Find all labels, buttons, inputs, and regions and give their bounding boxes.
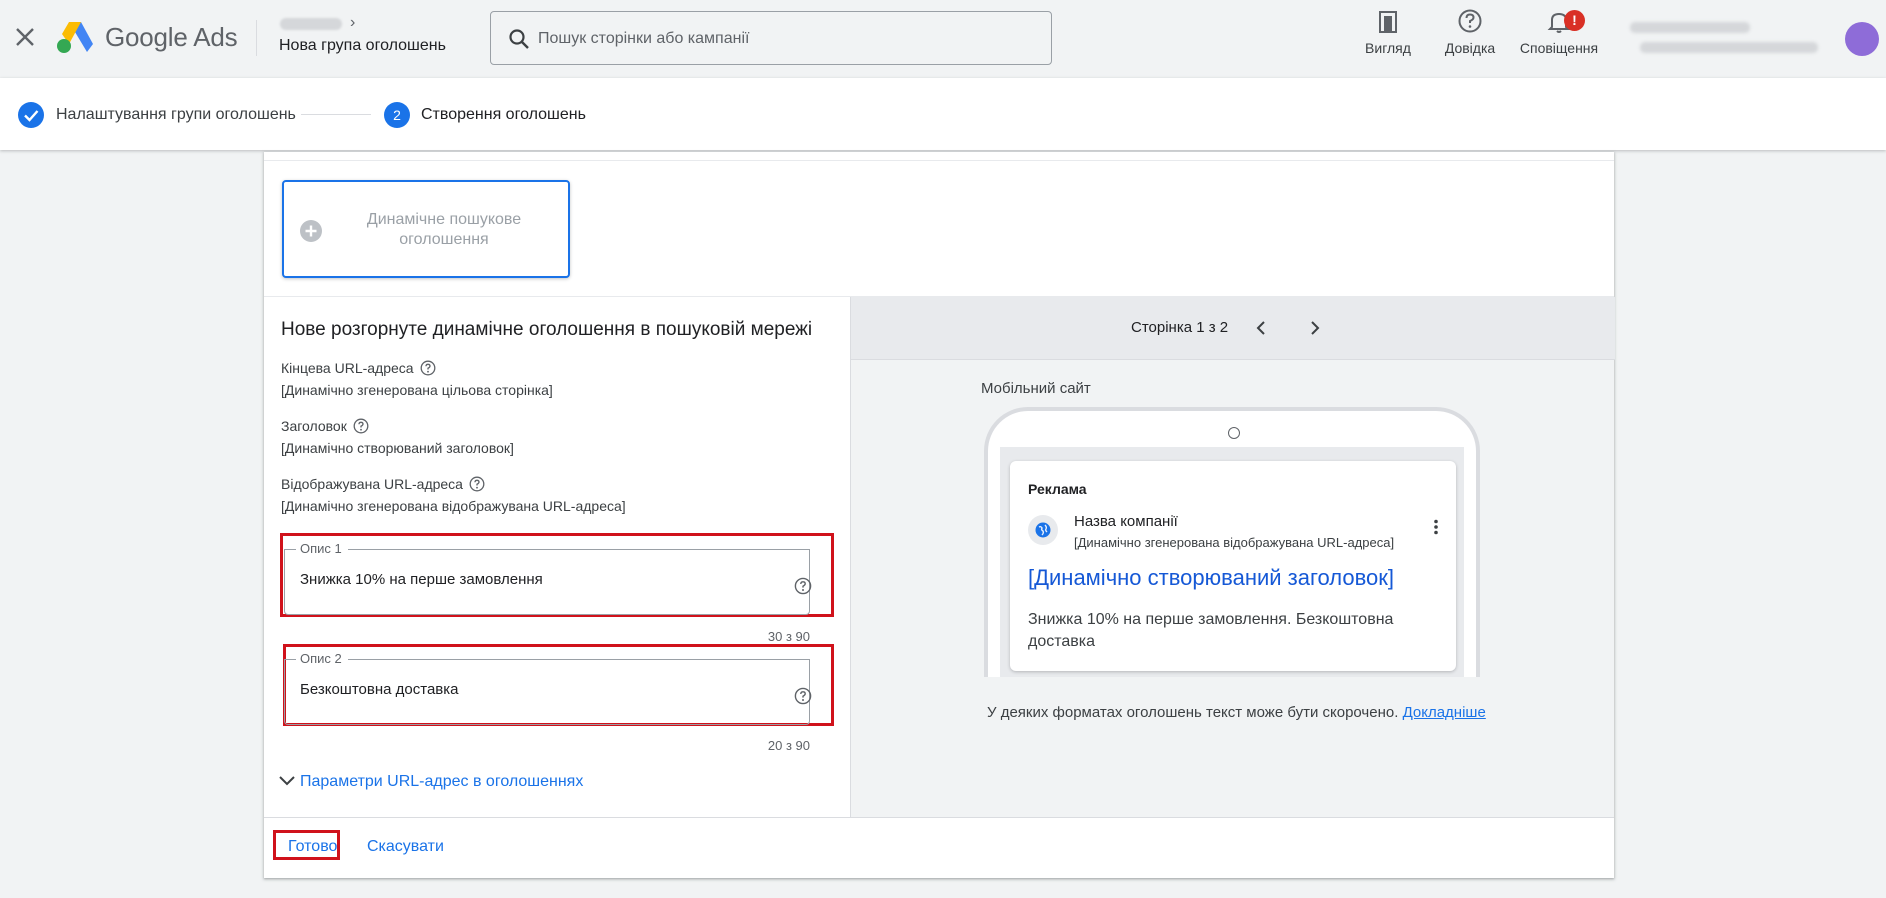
step-number: 2 [384, 102, 410, 128]
description-2-label: Опис 2 [300, 651, 342, 666]
phone-mockup: Реклама Назва компанії [Динамічно згенер… [984, 407, 1480, 677]
step-create-ads: Створення оголошень [421, 106, 586, 123]
field-outline [284, 659, 296, 660]
close-icon[interactable] [14, 26, 36, 48]
view-icon [1379, 11, 1397, 33]
view-label: Вигляд [1365, 40, 1411, 56]
url-options-label: Параметри URL-адрес в оголошеннях [300, 773, 584, 790]
step-connector [301, 114, 371, 115]
display-url-label-text: Відображувана URL-адреса [281, 476, 463, 492]
ad-display-url: [Динамічно згенерована відображувана URL… [1074, 535, 1395, 550]
ad-form: Нове розгорнуте динамічне оголошення в п… [264, 297, 850, 817]
display-url-label: Відображувана URL-адреса [281, 476, 485, 492]
field-outline [284, 549, 296, 550]
field-outline [348, 659, 810, 660]
headline-label: Заголовок [281, 418, 369, 434]
search-input[interactable] [538, 26, 1018, 52]
account-name-redacted[interactable] [280, 18, 342, 30]
favicon [1028, 515, 1058, 545]
view-button[interactable]: Вигляд [1360, 8, 1416, 56]
account-email-redacted [1640, 42, 1818, 53]
final-url-label-text: Кінцева URL-адреса [281, 360, 414, 376]
notifications-button[interactable]: ! Сповіщення [1512, 8, 1606, 56]
description-2-input[interactable] [300, 681, 760, 698]
account-id-redacted [1630, 22, 1750, 33]
avatar[interactable] [1845, 22, 1879, 56]
truncation-note: У деяких форматах оголошень текст може б… [987, 704, 1486, 721]
check-circle-icon [18, 102, 44, 128]
page-title: Нова група оголошень [279, 37, 446, 54]
learn-more-link[interactable]: Докладніше [1403, 704, 1486, 721]
truncation-note-text: У деяких форматах оголошень текст може б… [987, 704, 1399, 721]
ad-editor-card: Динамічне пошукове оголошення Нове розго… [264, 152, 1615, 878]
final-url-label: Кінцева URL-адреса [281, 360, 436, 376]
divider [264, 160, 1614, 161]
device-label: Мобільний сайт [981, 380, 1091, 397]
notifications-label: Сповіщення [1519, 40, 1599, 56]
help-icon [1458, 9, 1482, 33]
description-1-counter: 30 з 90 [767, 629, 810, 644]
divider [264, 817, 1614, 818]
final-url-value: [Динамічно згенерована цільова сторінка] [281, 382, 553, 398]
ad-description: Знижка 10% на перше замовлення. Безкошто… [1028, 611, 1394, 650]
chevron-right-icon: › [350, 14, 356, 31]
field-outline [348, 549, 810, 550]
headline-value: [Динамічно створюваний заголовок] [281, 440, 514, 456]
phone-screen: Реклама Назва компанії [Динамічно згенер… [1000, 447, 1464, 677]
done-button[interactable]: Готово [288, 838, 337, 856]
help-button[interactable]: Довідка [1437, 8, 1503, 56]
ad-preview-card: Реклама Назва компанії [Динамічно згенер… [1010, 461, 1456, 671]
help-icon[interactable] [420, 360, 436, 376]
more-vert-icon[interactable] [1426, 517, 1446, 537]
dynamic-search-ad-tile[interactable]: Динамічне пошукове оголошення [282, 180, 570, 278]
help-icon[interactable] [794, 687, 812, 705]
search-box[interactable] [490, 11, 1052, 65]
form-title: Нове розгорнуте динамічне оголошення в п… [281, 319, 813, 340]
add-circle-icon [300, 220, 322, 242]
url-options-toggle[interactable]: Параметри URL-адрес в оголошеннях [278, 772, 583, 791]
ad-preview-panel: Сторінка 1 з 2 Мобільний сайт Реклама На… [850, 297, 1615, 817]
page-indicator: Сторінка 1 з 2 [1131, 319, 1229, 336]
cancel-button[interactable]: Скасувати [367, 838, 444, 856]
description-1-label: Опис 1 [300, 541, 342, 556]
phone-camera [1228, 427, 1240, 439]
dynamic-search-ad-label: Динамічне пошукове оголошення [366, 211, 522, 248]
ad-company-name: Назва компанії [1074, 513, 1178, 530]
google-ads-logo-icon [57, 22, 93, 53]
description-2-counter: 20 з 90 [767, 738, 810, 753]
headline-label-text: Заголовок [281, 418, 347, 434]
ad-label: Реклама [1028, 481, 1087, 497]
globe-icon [1035, 522, 1051, 538]
help-icon[interactable] [794, 577, 812, 595]
notification-badge: ! [1564, 10, 1585, 31]
brand-name: Google Ads [105, 22, 238, 52]
help-icon[interactable] [353, 418, 369, 434]
search-icon [509, 29, 529, 49]
display-url-value: [Динамічно згенерована відображувана URL… [281, 498, 626, 514]
preview-pagination: Сторінка 1 з 2 [851, 297, 1615, 360]
ad-headline: [Динамічно створюваний заголовок] [1028, 565, 1395, 590]
chevron-right-icon[interactable] [1303, 316, 1327, 340]
chevron-left-icon[interactable] [1249, 316, 1273, 340]
description-1-input[interactable] [300, 571, 760, 588]
help-icon[interactable] [469, 476, 485, 492]
step-ad-group-settings[interactable]: Налаштування групи оголошень [56, 106, 296, 124]
chevron-down-icon [279, 776, 295, 786]
top-app-bar: Google Ads › Нова група оголошень Вигляд… [0, 0, 1886, 78]
stepper: Налаштування групи оголошень 2 Створення… [0, 78, 1886, 150]
divider [256, 20, 257, 56]
help-label: Довідка [1444, 40, 1496, 56]
